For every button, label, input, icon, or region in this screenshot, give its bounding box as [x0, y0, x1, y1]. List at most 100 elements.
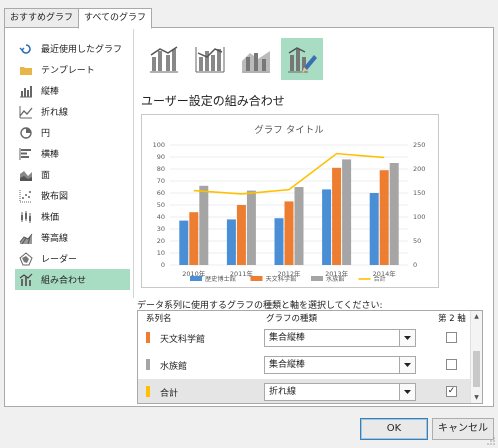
sidebar-item-scatter-chart[interactable]: 散布図 — [15, 185, 130, 206]
tab-all-charts[interactable]: すべてのグラフ — [78, 8, 153, 29]
scroll-up-arrow[interactable]: ▲ — [471, 311, 482, 322]
y-tick-label: 90 — [157, 153, 165, 161]
column-chart-icon — [19, 84, 33, 98]
sidebar-item-bar-chart[interactable]: 横棒 — [15, 143, 130, 164]
sidebar-item-area-chart[interactable]: 面 — [15, 164, 130, 185]
grid-scrollbar[interactable]: ▲ ▼ — [470, 311, 482, 403]
scatter-chart-icon — [19, 189, 33, 203]
legend-label: 水族館 — [326, 275, 345, 283]
y2-tick-label: 250 — [413, 141, 425, 149]
dropdown-arrow-icon[interactable] — [399, 384, 415, 400]
y-tick-label: 50 — [157, 201, 165, 209]
chart-type-value: 集合縦棒 — [269, 333, 306, 343]
y-tick-label: 0 — [161, 261, 165, 269]
sidebar-item-stock-chart[interactable]: 株価 — [15, 206, 130, 227]
scroll-down-arrow[interactable]: ▼ — [471, 392, 482, 403]
resize-grip-icon[interactable] — [486, 436, 496, 446]
y2-tick-label: 150 — [413, 189, 425, 197]
dropdown-arrow-icon[interactable] — [399, 330, 415, 346]
sidebar-item-recent[interactable]: 最近使用したグラフ — [15, 38, 130, 59]
secondary-axis-checkbox[interactable] — [446, 359, 457, 370]
y-tick-label: 30 — [157, 225, 165, 233]
series-name: 天文科学館 — [160, 335, 206, 345]
sidebar-item-label: 縦棒 — [41, 87, 60, 97]
series-row[interactable]: 水族館 集合縦棒 — [138, 352, 472, 378]
dropdown-arrow-icon[interactable] — [399, 357, 415, 373]
combo-area-column-thumbnail[interactable] — [235, 38, 277, 80]
y-tick-label: 20 — [157, 237, 165, 245]
line-合計 — [193, 152, 385, 195]
series-name: 合計 — [160, 389, 179, 399]
sidebar-item-label: 横棒 — [41, 150, 60, 160]
sidebar-item-radar-chart[interactable]: レーダー — [15, 248, 130, 269]
grid-header-secondary-axis: 第 2 軸 — [438, 314, 466, 324]
secondary-axis-checkbox[interactable]: ✓ — [446, 386, 457, 397]
sidebar-item-column-chart[interactable]: 縦棒 — [15, 80, 130, 101]
combo-column-line-secondary-thumbnail[interactable] — [189, 38, 231, 80]
legend-label: 歴史博士館 — [205, 275, 236, 283]
combo-column-line-thumbnail[interactable] — [143, 38, 185, 80]
chart-type-dropdown[interactable]: 集合縦棒 — [264, 329, 416, 347]
series-name: 水族館 — [160, 362, 188, 372]
chart-type-value: 折れ線 — [269, 387, 297, 397]
grid-header-chart-type: グラフの種類 — [266, 314, 318, 324]
y2-tick-label: 100 — [413, 213, 425, 221]
y-tick-label: 40 — [157, 213, 165, 221]
legend-label: 合計 — [374, 275, 386, 283]
folder-icon — [19, 63, 33, 77]
radar-chart-icon — [19, 251, 33, 266]
bar-歴史博士館 — [226, 219, 236, 265]
line-chart-icon — [19, 105, 33, 119]
custom-combination-thumbnail[interactable] — [281, 38, 323, 80]
cancel-button[interactable]: キャンセル — [432, 418, 494, 440]
section-title: ユーザー設定の組み合わせ — [141, 94, 285, 108]
legend-label: 天文科学館 — [266, 275, 297, 283]
sidebar-item-label: 最近使用したグラフ — [41, 45, 123, 55]
series-grid: 系列名 グラフの種類 第 2 軸 天文科学館 集合縦棒 水族館 集合縦棒 合計 折れ線 ✓ … — [137, 310, 483, 404]
series-row[interactable]: 合計 折れ線 ✓ — [138, 379, 472, 403]
chart-type-dropdown[interactable]: 折れ線 — [264, 383, 416, 401]
secondary-axis-checkbox[interactable] — [446, 332, 457, 343]
area-chart-icon — [19, 168, 33, 182]
sidebar-item-line-chart[interactable]: 折れ線 — [15, 101, 130, 122]
chart-title: グラフ タイトル — [254, 124, 324, 136]
stock-chart-icon — [19, 210, 33, 224]
chart-type-dropdown[interactable]: 集合縦棒 — [264, 356, 416, 374]
legend-swatch — [190, 276, 202, 281]
sidebar-item-combo-chart[interactable]: 組み合わせ — [15, 269, 130, 290]
scroll-thumb[interactable] — [473, 351, 480, 387]
sidebar-item-label: レーダー — [41, 255, 78, 265]
sidebar-item-label: 組み合わせ — [41, 276, 87, 286]
recent-icon — [19, 42, 33, 56]
grid-header: 系列名 グラフの種類 第 2 軸 — [138, 311, 472, 324]
bar-水族館 — [246, 190, 256, 265]
surface-chart-icon — [19, 231, 33, 245]
bar-歴史博士館 — [322, 189, 332, 265]
series-row[interactable]: 天文科学館 集合縦棒 — [138, 325, 472, 351]
grid-header-series-name: 系列名 — [146, 314, 172, 324]
combo-chart-icon — [19, 273, 33, 287]
y-tick-label: 10 — [157, 249, 165, 257]
ok-button[interactable]: OK — [360, 418, 428, 440]
main-panel: 最近使用したグラフ テンプレート 縦棒 折れ線円横棒面散布図 株価 等高線 レーダー 組み合わ… — [4, 27, 494, 407]
sidebar-item-surface-chart[interactable]: 等高線 — [15, 227, 130, 248]
bar-天文科学館 — [332, 167, 342, 265]
sidebar-item-label: 株価 — [41, 213, 60, 223]
sidebar-item-label: テンプレート — [41, 66, 95, 76]
divider — [133, 28, 134, 298]
sidebar-item-label: 折れ線 — [41, 108, 69, 118]
y-tick-label: 100 — [153, 141, 165, 149]
bar-天文科学館 — [379, 170, 389, 265]
preview-chart-svg: グラフ タイトル 0 10 20 30 40 50 60 70 80 90 100 0 50 100 150 2… — [153, 124, 426, 283]
chart-preview: グラフ タイトル 0 10 20 30 40 50 60 70 80 90 100 0 50 100 150 2… — [141, 114, 439, 288]
tab-recommended-charts[interactable]: おすすめグラフ — [4, 8, 80, 28]
y-tick-label: 70 — [157, 177, 165, 185]
chart-subtype-thumbnails — [143, 38, 327, 80]
sidebar-item-pie-chart[interactable]: 円 — [15, 122, 130, 143]
dialog-tabs: おすすめグラフ すべてのグラフ — [4, 8, 153, 29]
bar-水族館 — [389, 163, 399, 265]
chart-type-value: 集合縦棒 — [269, 360, 306, 370]
bar-chart-icon — [19, 147, 33, 161]
legend-swatch — [311, 276, 323, 281]
sidebar-item-folder[interactable]: テンプレート — [15, 59, 130, 80]
